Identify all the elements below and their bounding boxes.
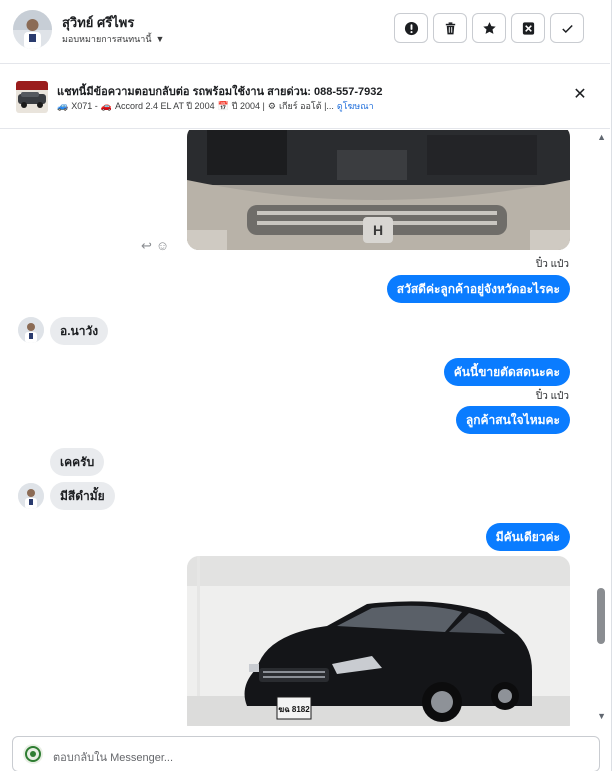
scroll-down-arrow-icon[interactable]: ▼ — [597, 711, 606, 721]
delete-button[interactable] — [433, 13, 467, 43]
scroll-up-arrow-icon[interactable]: ▲ — [597, 132, 606, 142]
outgoing-message[interactable]: มีคันเดียวค่ะ — [485, 523, 570, 551]
license-plate-text: ฆฉ 8182 — [278, 705, 310, 714]
message-image-engine[interactable]: H — [187, 130, 570, 250]
emoji-react-icon[interactable]: ☺ — [156, 238, 169, 254]
check-icon — [561, 24, 573, 33]
header-actions — [394, 13, 584, 43]
assign-label: มอบหมายการสนทนานี้ — [62, 34, 152, 44]
outgoing-message[interactable]: ลูกค้าสนใจไหมคะ — [455, 406, 570, 434]
gear-icon: ⚙ — [267, 100, 276, 111]
ad-details: 🚙 X071 - 🚗 Accord 2.4 EL AT ปี 2004 📅 ปี… — [57, 99, 374, 113]
ad-gear: เกียร์ ออโต้ |... — [278, 101, 334, 111]
close-icon[interactable]: ✕ — [572, 87, 588, 103]
ad-thumbnail[interactable] — [16, 81, 48, 113]
view-ad-link[interactable]: ดูโฆษณา — [337, 99, 374, 113]
ad-year: ปี 2004 | — [231, 101, 265, 111]
car-side-icon: 🚗 — [100, 100, 112, 111]
banner-title: แชทนี้มีข้อความตอบกลับต่อ รถพร้อมใช้งาน … — [57, 86, 383, 98]
outgoing-message[interactable]: สวัสดีค่ะลูกค้าอยู่จังหวัดอะไรคะ — [386, 275, 570, 303]
seen-by-label: ปิ๋ว แป๋ว — [535, 259, 569, 270]
exclamation-icon — [404, 21, 418, 35]
reply-composer[interactable]: ตอบกลับใน Messenger... — [12, 736, 600, 771]
trash-icon — [445, 21, 455, 34]
mark-spam-button[interactable] — [394, 13, 428, 43]
ad-code: X071 - — [71, 101, 98, 111]
scrollbar-thumb[interactable] — [597, 588, 605, 644]
star-icon — [482, 21, 496, 34]
page-avatar — [23, 744, 43, 764]
star-button[interactable] — [472, 13, 506, 43]
message-actions: ↩ ☺ — [141, 238, 169, 254]
chevron-down-icon: ▼ — [155, 34, 165, 44]
messenger-conversation-panel: สุวิทย์ ศรีไพร มอบหมายการสนทนานี้ ▼ แชทน… — [0, 0, 612, 771]
contact-avatar[interactable] — [13, 10, 52, 49]
message-thread[interactable]: H ↩ ☺ ปิ๋ว แป๋ว สวัสดีค่ะลูกค้าอยู่จังหว… — [0, 130, 594, 726]
conversation-header: สุวิทย์ ศรีไพร มอบหมายการสนทนานี้ ▼ — [0, 0, 610, 64]
message-image-car[interactable]: ฆฉ 8182 — [187, 556, 570, 726]
contact-avatar-small — [18, 483, 44, 509]
seen-by-label: ปิ๋ว แป๋ว — [535, 391, 569, 402]
svg-text:H: H — [373, 222, 383, 238]
incoming-message[interactable]: เคครับ — [50, 448, 105, 476]
incoming-message[interactable]: มีสีดำมั้ย — [50, 482, 115, 510]
car-icon: 🚙 — [57, 100, 69, 111]
contact-avatar-small — [18, 317, 44, 343]
mark-unread-button[interactable] — [511, 13, 545, 43]
reply-input-placeholder[interactable]: ตอบกลับใน Messenger... — [53, 748, 173, 766]
ad-reply-banner: แชทนี้มีข้อความตอบกลับต่อ รถพร้อมใช้งาน … — [0, 65, 610, 129]
assign-conversation-dropdown[interactable]: มอบหมายการสนทนานี้ ▼ — [62, 32, 164, 46]
outgoing-message[interactable]: คันนี้ขายตัดสดนะคะ — [443, 358, 570, 386]
mail-x-icon — [522, 21, 534, 35]
reply-icon[interactable]: ↩ — [141, 238, 152, 254]
calendar-icon: 📅 — [217, 100, 229, 111]
ad-model: Accord 2.4 EL AT ปี 2004 — [114, 101, 215, 111]
incoming-message[interactable]: อ.นาวัง — [50, 317, 109, 345]
contact-name[interactable]: สุวิทย์ ศรีไพร — [62, 12, 134, 33]
mark-done-button[interactable] — [550, 13, 584, 43]
